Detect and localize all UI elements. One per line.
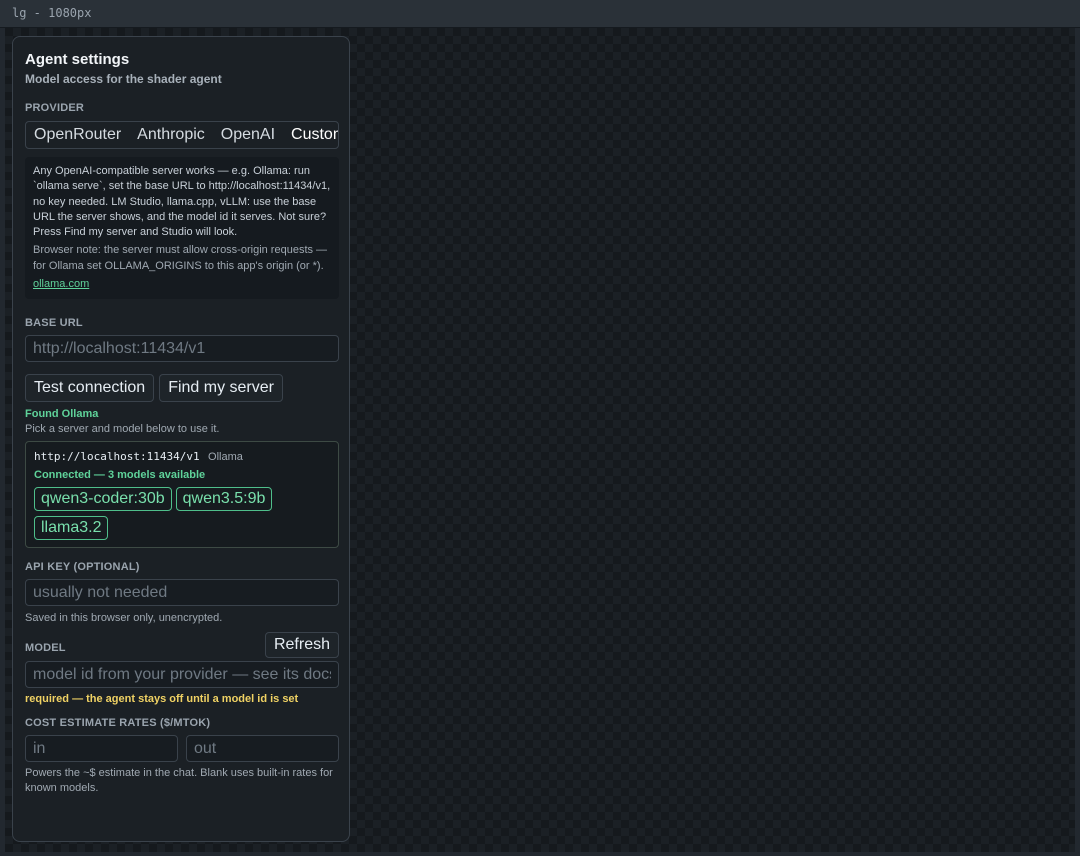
- discovery-hint: Pick a server and model below to use it.: [25, 423, 220, 436]
- model-id-input[interactable]: [25, 661, 339, 689]
- window-title: lg - 1080px: [12, 6, 92, 20]
- server-url: http://localhost:11434/v1: [34, 450, 200, 464]
- find-server-button[interactable]: Find my server: [159, 374, 283, 403]
- provider-info-box: Any OpenAI-compatible server works — e.g…: [25, 157, 339, 300]
- found-server-text: Found Ollama: [25, 408, 99, 421]
- cost-help: Powers the ~$ estimate in the chat. Blan…: [25, 767, 333, 795]
- window-titlebar: lg - 1080px: [0, 0, 1080, 28]
- provider-label: PROVIDER: [25, 102, 85, 114]
- test-connection-button[interactable]: Test connection: [25, 374, 155, 403]
- base-url-input[interactable]: [25, 335, 339, 363]
- connection-status: Connected — 3 models available: [34, 469, 206, 482]
- model-chip[interactable]: qwen3-coder:30b: [34, 487, 172, 512]
- api-key-input[interactable]: [25, 579, 339, 607]
- provider-tabs: OpenRouter Anthropic OpenAI Custom: [25, 121, 339, 149]
- model-chip[interactable]: qwen3.5:9b: [175, 487, 273, 512]
- cors-note: Browser note: the server must allow cros…: [33, 244, 328, 272]
- server-name: Ollama: [208, 451, 243, 464]
- model-required-warning: required — the agent stays off until a m…: [25, 693, 299, 706]
- panel-subtitle: Model access for the shader agent: [25, 72, 222, 86]
- model-chip[interactable]: llama3.2: [34, 516, 109, 541]
- tab-custom[interactable]: Custom: [283, 122, 338, 148]
- refresh-models-button[interactable]: Refresh: [264, 632, 339, 659]
- model-label: MODEL: [25, 642, 66, 655]
- base-url-label: BASE URL: [25, 317, 83, 330]
- api-key-label: API KEY (OPTIONAL): [25, 561, 140, 574]
- ollama-link[interactable]: ollama.com: [33, 278, 89, 290]
- tab-anthropic[interactable]: Anthropic: [129, 122, 213, 148]
- tab-openai[interactable]: OpenAI: [213, 122, 283, 148]
- provider-info-text: Any OpenAI-compatible server works — e.g…: [33, 165, 331, 239]
- server-card[interactable]: http://localhost:11434/v1 Ollama Connect…: [25, 441, 339, 549]
- cost-out-input[interactable]: [186, 735, 339, 763]
- api-key-help: Saved in this browser only, unencrypted.: [25, 612, 223, 625]
- cost-in-input[interactable]: [25, 735, 178, 763]
- agent-settings-panel: Agent settings Model access for the shad…: [12, 36, 350, 842]
- tab-openrouter[interactable]: OpenRouter: [26, 122, 129, 148]
- panel-title: Agent settings: [25, 51, 130, 68]
- cost-rates-label: COST ESTIMATE RATES ($/MTOK): [25, 717, 211, 730]
